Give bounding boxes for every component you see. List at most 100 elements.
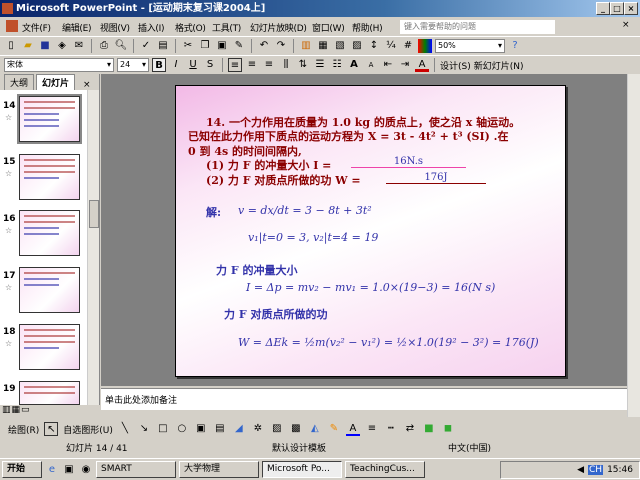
grow-font-button[interactable]: A — [347, 58, 361, 72]
task-folder[interactable]: 大学物理 — [179, 461, 259, 478]
zoom-combo[interactable]: 50% — [435, 38, 505, 53]
menu-edit[interactable]: 编辑(E) — [62, 21, 92, 34]
text-direction-icon[interactable]: ⇅ — [296, 58, 310, 72]
vertical-textbox-icon[interactable]: ▤ — [213, 422, 227, 436]
color-grayscale-icon[interactable] — [418, 38, 432, 53]
save-icon[interactable]: ■ — [38, 39, 52, 53]
permission-icon[interactable]: ◈ — [55, 39, 69, 53]
slide-sorter-icon[interactable]: ▦ — [12, 405, 21, 418]
grid-icon[interactable]: # — [401, 39, 415, 53]
new-icon[interactable]: ▯ — [4, 39, 18, 53]
start-button[interactable]: 开始 — [2, 461, 42, 478]
task-powerpoint[interactable]: Microsoft Po... — [262, 461, 342, 478]
menu-slideshow[interactable]: 幻灯片放映(D) — [250, 21, 307, 34]
print-icon[interactable]: ⎙ — [97, 39, 111, 53]
copy-icon[interactable]: ❐ — [198, 39, 212, 53]
task-smart[interactable]: SMART — [96, 461, 176, 478]
panel-close-button[interactable]: × — [83, 80, 91, 90]
shrink-font-button[interactable]: A — [364, 58, 378, 72]
wordart-icon[interactable]: ◢ — [232, 422, 246, 436]
desktop-icon[interactable]: ▣ — [62, 463, 76, 477]
redo-icon[interactable]: ↷ — [274, 39, 288, 53]
slide-thumbnail[interactable] — [17, 94, 82, 144]
email-icon[interactable]: ✉ — [72, 39, 86, 53]
ie-icon[interactable]: e — [45, 463, 59, 477]
arrow-style-icon[interactable]: ⇄ — [403, 422, 417, 436]
slide-thumbnail[interactable] — [19, 381, 80, 405]
oval-icon[interactable]: ○ — [175, 422, 189, 436]
3d-style-icon[interactable]: ◼ — [441, 422, 455, 436]
normal-view-icon[interactable]: ▥ — [2, 405, 11, 418]
font-color-icon[interactable]: A — [345, 422, 360, 436]
slide-thumbnail[interactable] — [19, 324, 80, 370]
slide-thumbnail[interactable] — [19, 267, 80, 313]
font-size-combo[interactable]: 24 — [117, 58, 149, 72]
line-color-icon[interactable]: ✎ — [327, 422, 341, 436]
tables-borders-icon[interactable]: ▧ — [333, 39, 347, 53]
autoshapes-menu[interactable]: 自选图形(U) — [63, 423, 113, 436]
show-formatting-icon[interactable]: ¼ — [384, 39, 398, 53]
notes-pane[interactable]: 单击此处添加备注 — [101, 388, 627, 410]
align-center-icon[interactable]: ≡ — [245, 58, 259, 72]
align-left-icon[interactable]: ≡ — [228, 58, 242, 72]
dash-style-icon[interactable]: ┅ — [384, 422, 398, 436]
tab-outline[interactable]: 大纲 — [4, 74, 35, 90]
slide-thumbnail[interactable] — [19, 154, 80, 200]
main-scrollbar[interactable] — [627, 74, 640, 417]
decrease-indent-icon[interactable]: ⇤ — [381, 58, 395, 72]
numbering-icon[interactable]: ☰ — [313, 58, 327, 72]
design-button[interactable]: 设计(S) — [440, 59, 471, 72]
increase-indent-icon[interactable]: ⇥ — [398, 58, 412, 72]
close-button[interactable]: × — [624, 2, 638, 15]
open-icon[interactable]: ▰ — [21, 39, 35, 53]
diagram-icon[interactable]: ✲ — [251, 422, 265, 436]
rectangle-icon[interactable]: □ — [156, 422, 170, 436]
bullets-icon[interactable]: ☷ — [330, 58, 344, 72]
minimize-button[interactable]: _ — [596, 2, 610, 15]
textbox-icon[interactable]: ▣ — [194, 422, 208, 436]
media-icon[interactable]: ◉ — [79, 463, 93, 477]
volume-icon[interactable]: ◀ — [577, 465, 584, 475]
shadow-button[interactable]: S — [203, 58, 217, 72]
menu-help[interactable]: 帮助(H) — [352, 21, 383, 34]
menu-file[interactable]: 文件(F) — [22, 21, 51, 34]
slide-thumbnail[interactable] — [19, 210, 80, 256]
menu-view[interactable]: 视图(V) — [100, 21, 130, 34]
fill-color-icon[interactable]: ◭ — [308, 422, 322, 436]
slideshow-icon[interactable]: ▭ — [21, 405, 30, 418]
underline-button[interactable]: U — [186, 58, 200, 72]
italic-button[interactable]: I — [169, 58, 183, 72]
clipart-icon[interactable]: ▨ — [270, 422, 284, 436]
scroll-thumb[interactable] — [89, 200, 99, 228]
ask-question-input[interactable]: 键入需要帮助的问题 — [400, 20, 555, 34]
chart-icon[interactable]: ▥ — [299, 39, 313, 53]
table-icon[interactable]: ▦ — [316, 39, 330, 53]
tab-slides[interactable]: 幻灯片 — [36, 74, 76, 90]
doc-close-button[interactable]: × — [622, 20, 630, 30]
menu-window[interactable]: 窗口(W) — [312, 21, 345, 34]
slide-canvas[interactable]: 14. 一个力作用在质量为 1.0 kg 的质点上，使之沿 x 轴运动。 已知在… — [175, 85, 566, 377]
font-combo[interactable]: 宋体 — [4, 58, 114, 72]
line-style-icon[interactable]: ≡ — [365, 422, 379, 436]
draw-menu[interactable]: 绘图(R) — [8, 423, 39, 436]
undo-icon[interactable]: ↶ — [257, 39, 271, 53]
cut-icon[interactable]: ✂ — [181, 39, 195, 53]
picture-icon[interactable]: ▩ — [289, 422, 303, 436]
format-painter-icon[interactable]: ✎ — [232, 39, 246, 53]
menu-format[interactable]: 格式(O) — [175, 21, 206, 34]
help-icon[interactable]: ? — [508, 39, 522, 53]
task-teaching[interactable]: TeachingCus... — [345, 461, 425, 478]
maximize-button[interactable]: □ — [610, 2, 624, 15]
menu-tools[interactable]: 工具(T) — [212, 21, 241, 34]
select-arrow-icon[interactable]: ↖ — [44, 422, 59, 436]
research-icon[interactable]: ▤ — [156, 39, 170, 53]
menu-insert[interactable]: 插入(I) — [138, 21, 164, 34]
insert-picture-icon[interactable]: ▨ — [350, 39, 364, 53]
arrow-icon[interactable]: ↘ — [137, 422, 151, 436]
font-color-button[interactable]: A — [415, 58, 429, 72]
print-preview-icon[interactable]: 🔍︎ — [114, 39, 128, 53]
panel-scrollbar[interactable] — [87, 90, 99, 405]
bold-button[interactable]: B — [152, 58, 166, 72]
new-slide-button[interactable]: 新幻灯片(N) — [474, 59, 524, 72]
align-right-icon[interactable]: ≡ — [262, 58, 276, 72]
